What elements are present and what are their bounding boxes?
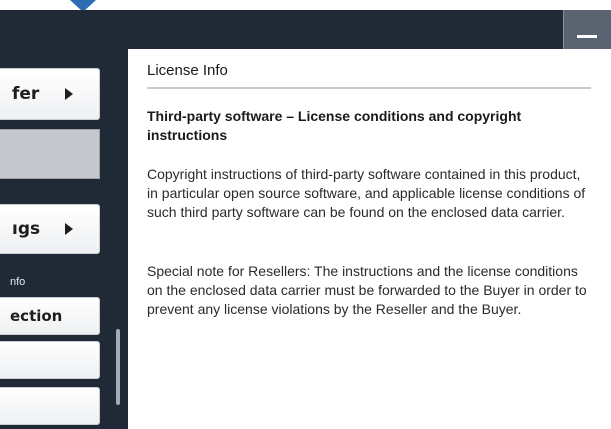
- page-title: License Info: [147, 62, 228, 79]
- minimize-button[interactable]: [563, 10, 611, 49]
- sidebar-item-transfer[interactable]: fer: [0, 68, 100, 120]
- minimize-icon: [577, 35, 597, 38]
- divider: [147, 87, 591, 89]
- sidebar-subitem[interactable]: [0, 341, 100, 379]
- sidebar: fer ıgs nfo ection: [0, 49, 128, 429]
- header-bar: [0, 10, 611, 49]
- sidebar-scrollbar[interactable]: [116, 329, 120, 405]
- reseller-note-paragraph: Special note for Resellers: The instruct…: [147, 263, 587, 317]
- sidebar-item-selected[interactable]: [0, 129, 100, 179]
- chevron-right-icon: [65, 223, 73, 235]
- sidebar-group-label: nfo: [10, 276, 26, 288]
- chevron-right-icon: [65, 88, 73, 100]
- section-heading: Third-party software – License condition…: [147, 108, 522, 143]
- sidebar-item-label: fer: [12, 84, 40, 104]
- sidebar-subitem-label: ection: [10, 307, 63, 325]
- sidebar-item-settings[interactable]: ıgs: [0, 204, 100, 254]
- license-paragraph: Copyright instructions of third-party so…: [147, 166, 586, 220]
- sidebar-item-label: ıgs: [12, 219, 41, 239]
- sidebar-subitem[interactable]: [0, 387, 100, 425]
- sidebar-subitem-connection[interactable]: ection: [0, 297, 100, 335]
